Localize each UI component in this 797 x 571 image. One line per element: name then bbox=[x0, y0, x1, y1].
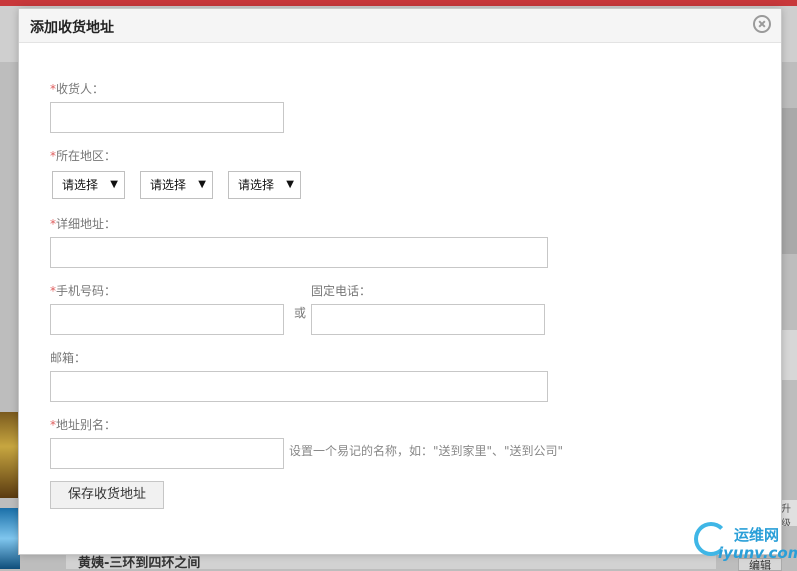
alias-label-text: 地址别名： bbox=[56, 418, 117, 432]
recipient-label: *收货人： bbox=[50, 80, 104, 97]
dialog-header: 添加收货地址 bbox=[19, 9, 781, 43]
close-icon[interactable] bbox=[753, 15, 771, 33]
chevron-down-icon: ▼ bbox=[110, 179, 118, 190]
alias-hint: 设置一个易记的名称，如："送到家里"、"送到公司" bbox=[289, 444, 564, 458]
background-thumbnail bbox=[0, 412, 20, 498]
alias-input[interactable] bbox=[50, 438, 284, 469]
alias-label: *地址别名： bbox=[50, 416, 116, 433]
watermark-cn: 运维网 bbox=[734, 526, 780, 544]
city-select[interactable]: 请选择 ▼ bbox=[140, 171, 213, 199]
landline-label: 固定电话： bbox=[311, 284, 372, 298]
detail-address-label-text: 详细地址： bbox=[56, 217, 117, 231]
watermark-logo: 运维网 iyunv.com bbox=[690, 520, 797, 569]
background-address-title: 黄姨-三环到四环之间 bbox=[66, 553, 716, 569]
city-select-value: 请选择 bbox=[150, 178, 187, 192]
save-address-button[interactable]: 保存收货地址 bbox=[50, 481, 164, 509]
region-label-text: 所在地区： bbox=[56, 149, 117, 163]
chevron-down-icon: ▼ bbox=[198, 179, 206, 190]
province-select[interactable]: 请选择 ▼ bbox=[52, 171, 125, 199]
or-separator: 或 bbox=[294, 306, 307, 320]
detail-address-input[interactable] bbox=[50, 237, 548, 268]
landline-input[interactable] bbox=[311, 304, 545, 335]
district-select-value: 请选择 bbox=[238, 178, 275, 192]
background-thumbnail bbox=[0, 508, 20, 569]
recipient-input[interactable] bbox=[50, 102, 284, 133]
detail-address-label: *详细地址： bbox=[50, 215, 116, 232]
background-side-panel bbox=[781, 108, 797, 254]
mobile-label: *手机号码： bbox=[50, 282, 116, 299]
province-select-value: 请选择 bbox=[62, 178, 99, 192]
add-address-dialog: 添加收货地址 *收货人： *所在地区： 请选择 ▼ 请选择 ▼ 请选择 ▼ *详… bbox=[19, 9, 781, 554]
email-label: 邮箱： bbox=[50, 351, 87, 365]
background-side-tab bbox=[781, 330, 797, 380]
mobile-label-text: 手机号码： bbox=[56, 284, 117, 298]
dialog-title: 添加收货地址 bbox=[30, 20, 114, 36]
recipient-label-text: 收货人： bbox=[56, 82, 105, 96]
region-label: *所在地区： bbox=[50, 147, 116, 164]
mobile-input[interactable] bbox=[50, 304, 284, 335]
email-input[interactable] bbox=[50, 371, 548, 402]
district-select[interactable]: 请选择 ▼ bbox=[228, 171, 301, 199]
chevron-down-icon: ▼ bbox=[286, 179, 294, 190]
watermark-en: iyunv.com bbox=[718, 544, 797, 562]
